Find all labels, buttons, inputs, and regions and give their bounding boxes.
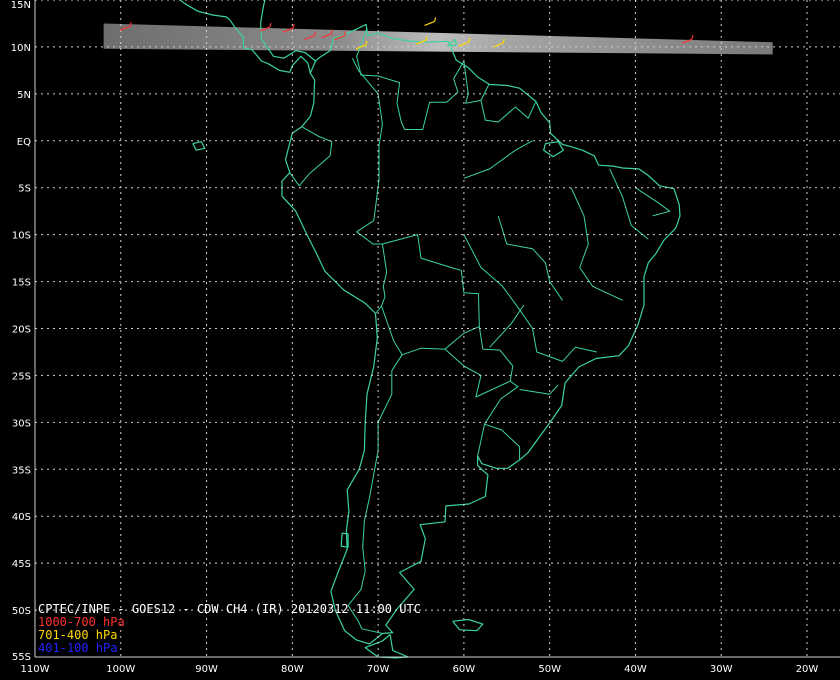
lon-tick-label: 60W (453, 664, 476, 675)
lat-tick-label: 5N (17, 90, 31, 101)
lon-tick-label: 100W (106, 664, 135, 675)
map-canvas: 15N 10N 5N EQ 5S 10S 15S 20S 25S 30S 35S 40S 45S 50S 5… (11, 0, 840, 675)
border-line (289, 126, 333, 187)
legend: CPTEC/INPE - GOES12 - CDW CH4 (IR) 20120… (38, 603, 421, 655)
border-line (463, 60, 482, 104)
lat-tick-label: 35S (12, 465, 31, 476)
lat-tick-label: 20S (12, 325, 31, 336)
border-line (536, 346, 597, 362)
lon-tick-label: 30W (710, 664, 733, 675)
wind-barb-flag (691, 35, 694, 40)
axis-label-layer: 15N 10N 5N EQ 5S 10S 15S 20S 25S 30S 35S 40S 45S 50S 5… (11, 0, 819, 675)
wind-barb (424, 17, 437, 27)
border-line (404, 60, 465, 130)
border-line (609, 168, 649, 240)
coastline-marajo (543, 141, 564, 158)
lat-tick-label: EQ (17, 137, 31, 148)
border-line (570, 187, 623, 301)
satellite-swath-layer (103, 23, 773, 55)
border-line (519, 384, 559, 395)
lat-tick-label: 45S (12, 559, 31, 570)
lat-tick-label: 5S (18, 184, 31, 195)
border-line (463, 140, 533, 179)
wind-barb-flag (292, 23, 295, 29)
coastline-galapagos (192, 141, 206, 151)
lat-tick-label: 50S (12, 606, 31, 617)
legend-item-401-100: 401-100 hPa (38, 641, 118, 655)
lon-tick-label: 50W (538, 664, 561, 675)
border-line (480, 84, 537, 123)
lon-tick-label: 70W (367, 664, 390, 675)
lon-tick-label: 110W (21, 664, 50, 675)
coastline-falklands (452, 618, 484, 632)
lat-tick-label: 40S (12, 512, 31, 523)
border-line (381, 234, 480, 356)
lat-tick-label: 10N (11, 43, 31, 54)
lat-tick-label: 15S (12, 278, 31, 289)
border-line (635, 187, 671, 217)
border-line (347, 354, 403, 634)
lon-tick-label: 20W (796, 664, 819, 675)
lat-tick-label: 55S (12, 652, 31, 663)
coastline-south-america (281, 23, 681, 645)
lon-tick-label: 90W (195, 664, 218, 675)
border-line (477, 424, 485, 457)
graticule-layer (34, 0, 840, 658)
border-line (351, 57, 383, 181)
border-line (444, 326, 514, 398)
wind-barb-flag (269, 22, 272, 28)
satellite-swath (103, 23, 773, 55)
satellite-map-panel: 15N 10N 5N EQ 5S 10S 15S 20S 25S 30S 35S 40S 45S 50S 5… (0, 0, 840, 680)
border-line (497, 215, 563, 301)
lat-tick-label: 10S (12, 231, 31, 242)
border-line (484, 380, 521, 460)
wind-barb-shaft (424, 20, 435, 27)
lat-tick-label: 15N (11, 0, 31, 11)
wind-barb-flag (433, 17, 437, 22)
lon-tick-label: 40W (624, 664, 647, 675)
border-line (356, 180, 388, 314)
lat-tick-label: 30S (12, 418, 31, 429)
lon-tick-label: 80W (281, 664, 304, 675)
border-line (489, 304, 525, 348)
lat-tick-label: 25S (12, 371, 31, 382)
